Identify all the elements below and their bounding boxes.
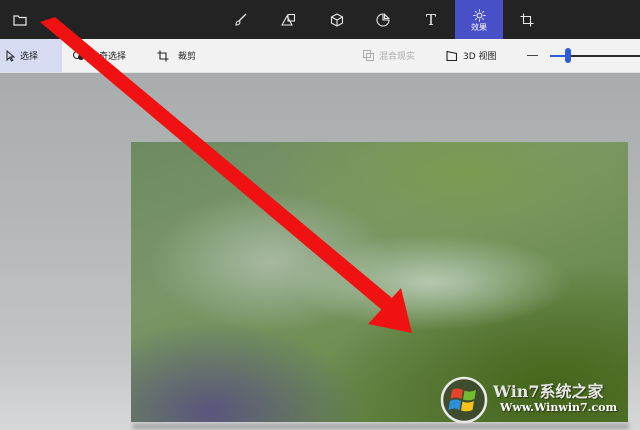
stickers-button[interactable] xyxy=(363,0,403,39)
magic-select-icon xyxy=(72,50,84,60)
crop-button[interactable]: 裁剪 xyxy=(157,39,196,72)
top-toolbar: T 效果 xyxy=(0,0,640,39)
folder-icon xyxy=(13,14,27,26)
3d-view-label: 3D 视图 xyxy=(463,52,497,62)
mixed-reality-label: 混合现实 xyxy=(379,52,416,62)
effects-label: 效果 xyxy=(471,23,487,32)
mixed-reality-icon xyxy=(363,50,374,61)
2d-shapes-button[interactable] xyxy=(268,0,308,39)
text-button[interactable]: T xyxy=(411,0,451,39)
menu-button[interactable] xyxy=(0,0,40,39)
canvas-button[interactable] xyxy=(507,0,547,39)
zoom-out-icon[interactable] xyxy=(527,55,538,56)
select-button[interactable]: 选择 xyxy=(0,39,62,72)
effects-icon xyxy=(473,9,485,22)
mixed-reality-button[interactable]: 混合现实 xyxy=(363,39,415,72)
shapes-icon xyxy=(280,13,295,26)
text-icon: T xyxy=(425,10,436,29)
magic-select-button[interactable]: 神奇选择 xyxy=(72,39,126,72)
3d-view-button[interactable]: 3D 视图 xyxy=(446,39,497,72)
watermark-title: Win7系统之家 xyxy=(493,382,604,401)
magic-select-label: 神奇选择 xyxy=(90,52,127,62)
crop-label: 裁剪 xyxy=(178,52,197,62)
zoom-slider-thumb[interactable] xyxy=(565,48,571,63)
zoom-slider[interactable] xyxy=(550,48,640,63)
watermark-url: Www.Winwin7.com xyxy=(500,401,618,414)
brush-icon xyxy=(235,13,247,26)
windows-logo-icon xyxy=(440,376,488,424)
sticker-icon xyxy=(376,12,390,27)
canvas-icon xyxy=(520,13,534,26)
brushes-button[interactable] xyxy=(221,0,261,39)
3d-view-icon xyxy=(446,50,458,61)
crop-icon xyxy=(157,50,169,61)
canvas-shadow xyxy=(133,424,629,429)
3d-shapes-button[interactable] xyxy=(317,0,357,39)
cube-icon xyxy=(330,12,344,27)
cursor-icon xyxy=(6,49,15,62)
secondary-toolbar: 选择 神奇选择 裁剪 混合现实 3D 视图 xyxy=(0,39,640,73)
select-label: 选择 xyxy=(20,52,39,62)
effects-button[interactable]: 效果 xyxy=(455,0,503,39)
